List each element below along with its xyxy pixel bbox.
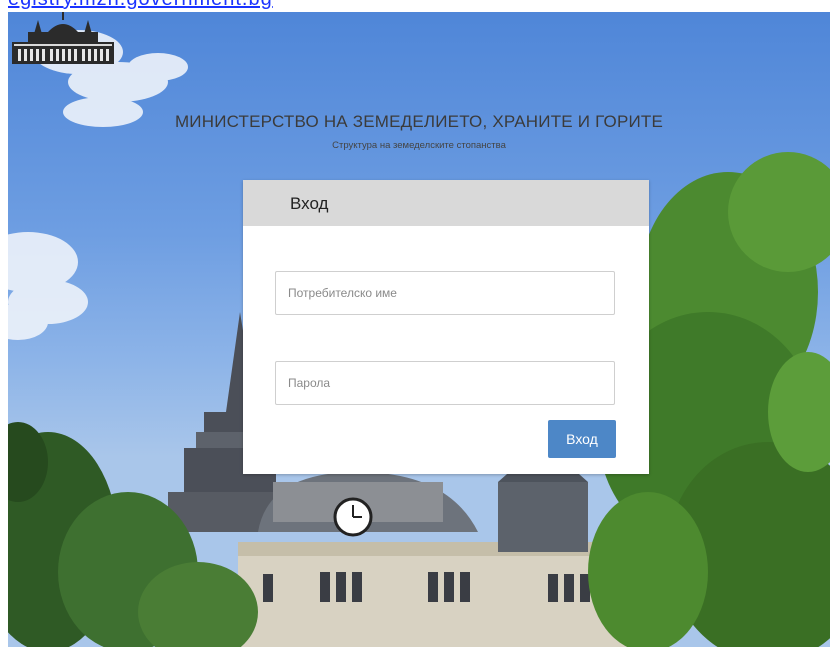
password-input[interactable] <box>275 361 615 405</box>
username-input[interactable] <box>275 271 615 315</box>
background-photo: МИНИСТЕРСТВО НА ЗЕМЕДЕЛИЕТО, ХРАНИТЕ И Г… <box>8 12 830 647</box>
ministry-building-icon <box>12 12 114 64</box>
login-page: egistry.mzh.government.bg <box>0 0 830 647</box>
top-link-bar: egistry.mzh.government.bg <box>0 0 830 12</box>
login-button[interactable]: Вход <box>548 420 616 458</box>
top-link[interactable]: egistry.mzh.government.bg <box>8 0 273 10</box>
clouds <box>8 30 188 340</box>
login-panel: Вход Вход <box>243 180 649 474</box>
login-panel-header: Вход <box>243 180 649 226</box>
login-heading: Вход <box>290 194 329 213</box>
ministry-subtitle: Структура на земеделските стопанства <box>332 140 506 151</box>
ministry-title: МИНИСТЕРСТВО НА ЗЕМЕДЕЛИЕТО, ХРАНИТЕ И Г… <box>174 112 664 131</box>
